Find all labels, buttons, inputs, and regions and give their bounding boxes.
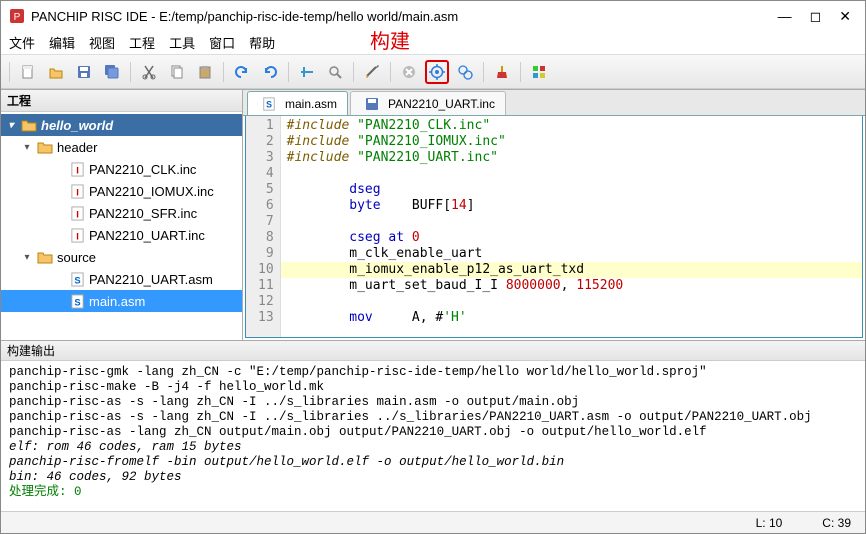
tree-file[interactable]: IPAN2210_IOMUX.inc [1,180,242,202]
svg-text:S: S [74,275,80,285]
project-tree[interactable]: ▾hello_world▾headerIPAN2210_CLK.incIPAN2… [1,112,242,340]
cut-button[interactable] [137,60,161,84]
clean-button[interactable] [490,60,514,84]
blocks-button[interactable] [527,60,551,84]
editor-tab[interactable]: Smain.asm [247,91,348,115]
app-icon: P [9,8,25,24]
redo-button[interactable] [258,60,282,84]
settings-button[interactable] [360,60,384,84]
tree-file[interactable]: SPAN2210_UART.asm [1,268,242,290]
window-title: PANCHIP RISC IDE - E:/temp/panchip-risc-… [31,9,778,24]
svg-text:S: S [74,297,80,307]
tree-file[interactable]: Smain.asm [1,290,242,312]
menu-帮助[interactable]: 帮助 [249,33,275,52]
tree-folder-source[interactable]: ▾source [1,246,242,268]
status-bar: L: 10 C: 39 [1,511,865,533]
open-file-button[interactable] [44,60,68,84]
tree-file[interactable]: IPAN2210_UART.inc [1,224,242,246]
project-panel-title: 工程 [1,90,242,112]
build-output[interactable]: panchip-risc-gmk -lang zh_CN -c "E:/temp… [1,361,865,511]
menu-bar: 文件编辑视图工程工具窗口帮助 [1,31,865,55]
editor-tab[interactable]: PAN2210_UART.inc [350,91,506,115]
stop-button[interactable] [397,60,421,84]
tree-root[interactable]: ▾hello_world [1,114,242,136]
menu-视图[interactable]: 视图 [89,33,115,52]
code-area[interactable]: #include "PAN2210_CLK.inc"#include "PAN2… [281,116,862,337]
menu-编辑[interactable]: 编辑 [49,33,75,52]
maximize-button[interactable]: ◻ [810,8,822,25]
menu-工具[interactable]: 工具 [169,33,195,52]
svg-text:I: I [76,209,79,219]
copy-button[interactable] [165,60,189,84]
build-button[interactable] [425,60,449,84]
svg-text:P: P [14,12,21,23]
menu-窗口[interactable]: 窗口 [209,33,235,52]
svg-text:I: I [76,187,79,197]
find-button[interactable] [323,60,347,84]
minimize-button[interactable]: — [778,8,792,25]
paste-button[interactable] [193,60,217,84]
menu-工程[interactable]: 工程 [129,33,155,52]
title-bar: P PANCHIP RISC IDE - E:/temp/panchip-ris… [1,1,865,31]
bookmark-button[interactable] [295,60,319,84]
save-all-button[interactable] [100,60,124,84]
svg-text:I: I [76,231,79,241]
tree-file[interactable]: IPAN2210_CLK.inc [1,158,242,180]
output-panel-title: 构建输出 [1,341,865,361]
line-gutter: 12345678910111213 [246,116,281,337]
svg-text:I: I [76,165,79,175]
tree-folder-header[interactable]: ▾header [1,136,242,158]
rebuild-button[interactable] [453,60,477,84]
tree-file[interactable]: IPAN2210_SFR.inc [1,202,242,224]
code-editor[interactable]: 12345678910111213 #include "PAN2210_CLK.… [245,116,863,338]
new-file-button[interactable] [16,60,40,84]
svg-text:S: S [266,99,272,109]
toolbar [1,55,865,89]
menu-文件[interactable]: 文件 [9,33,35,52]
editor-tabs: Smain.asmPAN2210_UART.inc [243,90,865,116]
close-button[interactable]: ✕ [839,8,851,25]
undo-button[interactable] [230,60,254,84]
save-button[interactable] [72,60,96,84]
